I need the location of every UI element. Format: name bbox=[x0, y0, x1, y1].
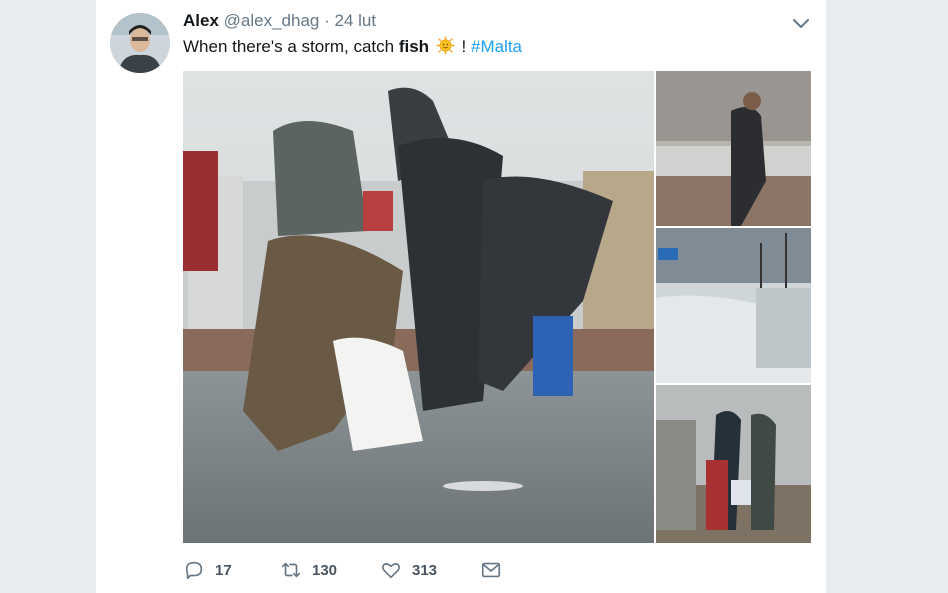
separator: · bbox=[324, 11, 330, 30]
tweet-text-part: When there's a storm, catch bbox=[183, 37, 399, 56]
chevron-down-icon[interactable] bbox=[790, 12, 812, 34]
tweet-text-part: ! bbox=[456, 37, 471, 56]
photo-side-3[interactable] bbox=[656, 385, 811, 543]
heart-icon bbox=[382, 563, 400, 579]
user-handle[interactable]: @alex_dhag bbox=[224, 11, 320, 30]
tweet-header: Alex @alex_dhag · 24 lut bbox=[183, 11, 376, 31]
retweet-icon bbox=[281, 562, 301, 578]
envelope-icon bbox=[481, 562, 501, 578]
photo-side-2[interactable] bbox=[656, 228, 811, 383]
tweet-text: When there's a storm, catch fish ! #Malt… bbox=[183, 36, 522, 57]
reply-icon bbox=[185, 561, 203, 580]
photo-side-1[interactable] bbox=[656, 71, 811, 226]
retweet-count: 130 bbox=[312, 561, 338, 579]
tweet-actions: 17 130 313 bbox=[183, 556, 603, 584]
media-grid bbox=[183, 71, 811, 543]
tweet-date[interactable]: 24 lut bbox=[335, 11, 377, 30]
avatar[interactable] bbox=[110, 13, 170, 73]
hashtag-link[interactable]: #Malta bbox=[471, 37, 522, 56]
like-count: 313 bbox=[412, 561, 438, 579]
retweet-button[interactable]: 130 bbox=[280, 556, 337, 584]
message-button[interactable] bbox=[480, 556, 512, 584]
sun-face-icon bbox=[436, 36, 455, 55]
reply-button[interactable]: 17 bbox=[183, 556, 232, 584]
reply-count: 17 bbox=[215, 561, 232, 579]
photo-main[interactable] bbox=[183, 71, 654, 543]
tweet-text-bold: fish bbox=[398, 37, 430, 56]
display-name[interactable]: Alex bbox=[183, 11, 219, 30]
like-button[interactable]: 313 bbox=[380, 556, 437, 584]
tweet-card: Alex @alex_dhag · 24 lut When there's a … bbox=[96, 0, 826, 593]
